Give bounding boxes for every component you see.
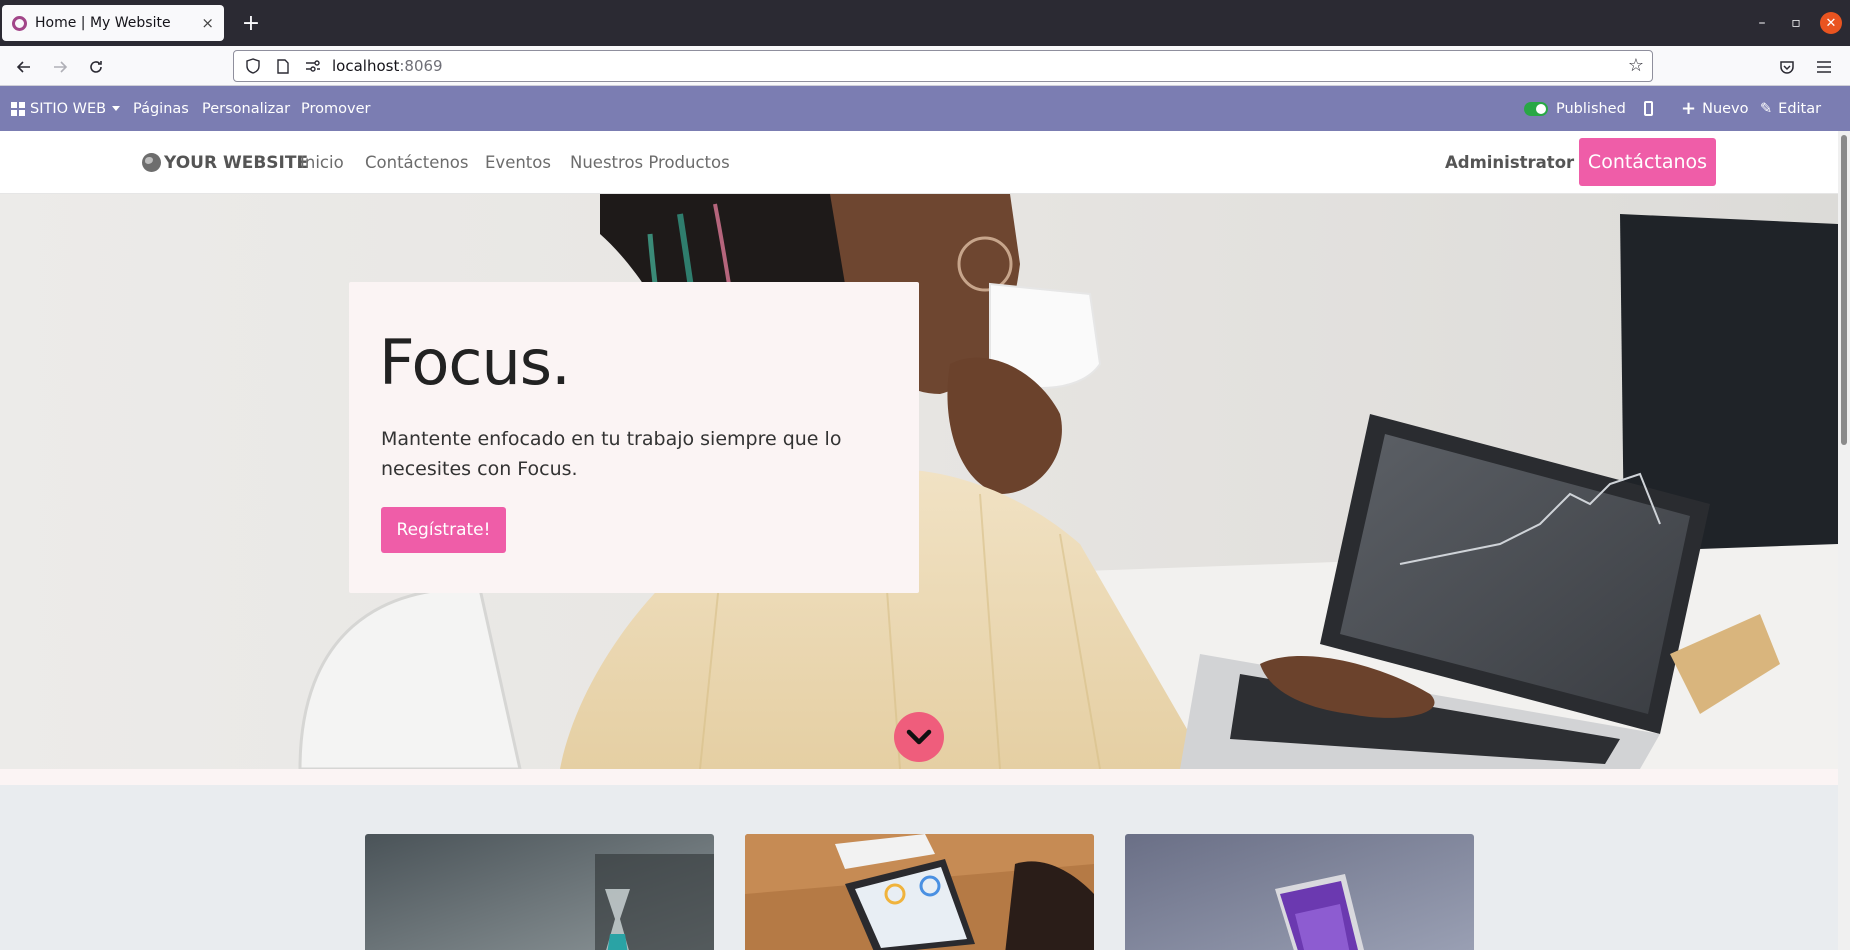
page-scrollbar[interactable] — [1838, 131, 1850, 950]
feature-card-image-phone[interactable] — [1125, 834, 1474, 950]
feature-card-image-tablet[interactable] — [745, 834, 1094, 950]
published-label: Published — [1556, 100, 1626, 117]
signup-button[interactable]: Regístrate! — [381, 507, 506, 553]
site-brand[interactable]: YOUR WEBSITE — [142, 131, 308, 194]
customize-menu[interactable]: Personalizar — [202, 86, 290, 131]
features-section — [0, 785, 1838, 950]
browser-tab-bar: Home | My Website × + – ▫ ✕ — [0, 0, 1850, 46]
odoo-admin-bar: SITIO WEB Páginas Personalizar Promover … — [0, 86, 1850, 131]
edit-label: Editar — [1778, 100, 1822, 117]
page-icon[interactable] — [272, 55, 294, 77]
hero-text: Mantente enfocado en tu trabajo siempre … — [381, 428, 842, 480]
menu-item-eventos[interactable]: Eventos — [485, 131, 551, 194]
hamburger-icon[interactable] — [1810, 53, 1838, 81]
promote-menu[interactable]: Promover — [301, 86, 370, 131]
hero-bottom-strip — [0, 769, 1838, 785]
new-button[interactable]: + Nuevo — [1681, 86, 1749, 131]
user-name: Administrator — [1445, 153, 1575, 172]
browser-tab[interactable]: Home | My Website × — [2, 5, 224, 41]
apps-icon — [11, 101, 25, 116]
pencil-icon: ✎ — [1760, 100, 1773, 117]
apps-label: SITIO WEB — [30, 100, 107, 117]
tab-close-icon[interactable]: × — [201, 14, 214, 32]
reload-icon[interactable] — [82, 53, 110, 81]
tab-title: Home | My Website — [35, 15, 171, 31]
chevron-down-icon — [906, 729, 932, 745]
scroll-down-button[interactable] — [894, 712, 944, 762]
permissions-icon[interactable] — [302, 55, 324, 77]
menu-item-productos[interactable]: Nuestros Productos — [570, 131, 730, 194]
brand-label: YOUR WEBSITE — [164, 152, 309, 173]
caret-down-icon — [112, 106, 121, 111]
plus-icon: + — [1681, 98, 1697, 119]
minimize-icon[interactable]: – — [1749, 10, 1775, 36]
apps-menu[interactable]: SITIO WEB — [11, 86, 121, 131]
odoo-favicon-icon — [12, 15, 27, 31]
hero-card: Focus. Mantente enfocado en tu trabajo s… — [349, 282, 919, 593]
window-close-icon[interactable]: ✕ — [1820, 12, 1842, 34]
toggle-icon — [1524, 101, 1548, 116]
globe-icon — [142, 153, 161, 172]
user-menu[interactable]: Administrator — [1445, 131, 1589, 194]
contact-us-button[interactable]: Contáctanos — [1579, 138, 1716, 186]
mobile-preview-button[interactable] — [1644, 86, 1653, 131]
forward-icon[interactable] — [46, 53, 74, 81]
scrollbar-thumb[interactable] — [1841, 135, 1847, 445]
mobile-icon — [1644, 101, 1653, 116]
menu-item-contactenos[interactable]: Contáctenos — [365, 131, 469, 194]
website-header: YOUR WEBSITE Inicio Contáctenos Eventos … — [0, 131, 1838, 194]
published-toggle[interactable]: Published — [1524, 86, 1626, 131]
url-text: localhost:8069 — [332, 57, 443, 75]
menu-item-inicio[interactable]: Inicio — [300, 131, 344, 194]
restore-icon[interactable]: ▫ — [1783, 10, 1809, 36]
browser-nav-bar: localhost:8069 ☆ — [0, 46, 1850, 86]
back-icon[interactable] — [10, 53, 38, 81]
hero-background-image — [0, 194, 1838, 769]
hero-section: Focus. Mantente enfocado en tu trabajo s… — [0, 194, 1838, 769]
pocket-icon[interactable] — [1773, 53, 1801, 81]
pages-menu[interactable]: Páginas — [133, 86, 189, 131]
hero-title: Focus. — [379, 326, 571, 399]
shield-icon[interactable] — [242, 55, 264, 77]
url-bar[interactable]: localhost:8069 ☆ — [233, 50, 1653, 82]
feature-card-image-hourglass[interactable] — [365, 834, 714, 950]
new-label: Nuevo — [1702, 100, 1749, 117]
edit-button[interactable]: ✎ Editar — [1760, 86, 1821, 131]
new-tab-button[interactable]: + — [236, 8, 266, 38]
url-host: localhost — [332, 57, 400, 75]
star-icon[interactable]: ☆ — [1628, 55, 1644, 76]
url-port: :8069 — [399, 57, 443, 75]
